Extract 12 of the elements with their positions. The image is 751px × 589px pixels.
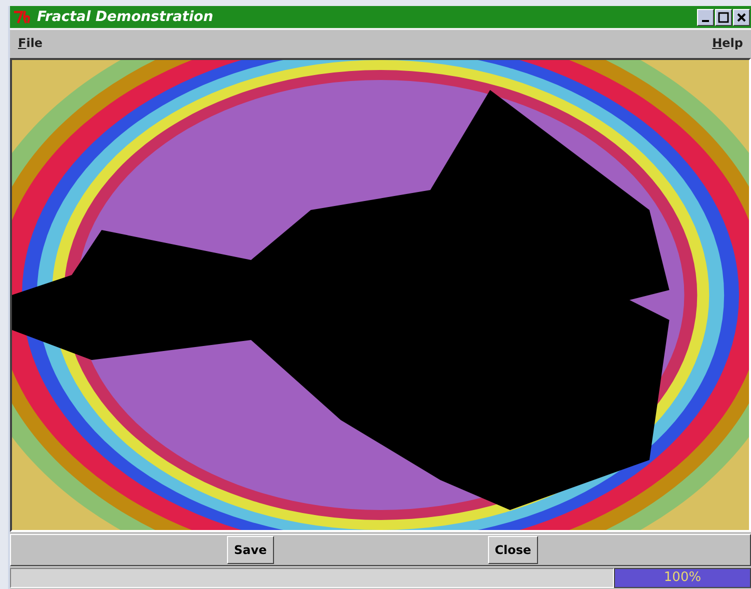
- progress-reading: 100%: [662, 569, 702, 587]
- close-icon: [737, 12, 746, 22]
- maximize-button[interactable]: [715, 8, 732, 26]
- close-button[interactable]: [733, 8, 750, 26]
- menu-item[interactable]: Help: [706, 36, 749, 50]
- menu-item[interactable]: File: [12, 36, 49, 50]
- minimize-icon: [702, 20, 709, 22]
- dialog-button[interactable]: Close: [488, 536, 538, 564]
- minimize-button[interactable]: [697, 8, 714, 26]
- window-title: Fractal Demonstration: [37, 9, 214, 25]
- maximize-icon: [718, 12, 729, 22]
- dialog-button[interactable]: Save: [227, 536, 274, 564]
